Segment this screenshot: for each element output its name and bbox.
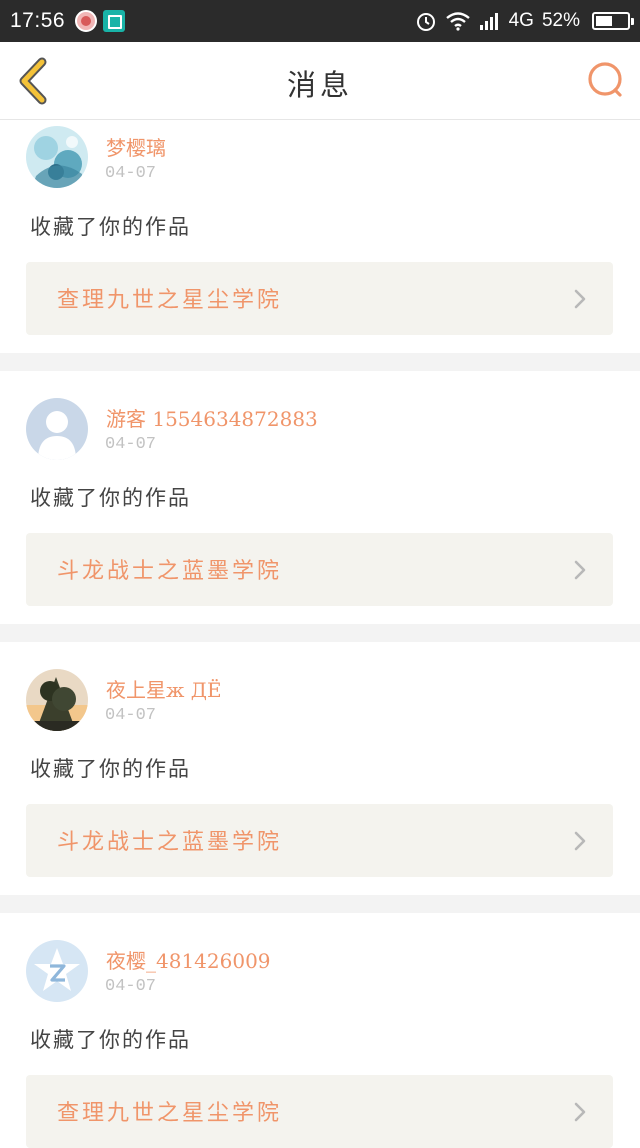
avatar[interactable] [26, 940, 88, 1002]
chevron-right-icon [574, 289, 586, 309]
message-date: 04-07 [105, 435, 157, 454]
flower-app-icon [75, 10, 98, 32]
username[interactable]: 游客 1554634872883 [106, 403, 318, 432]
message-card: 夜上星ж ДЁ 04-07 收藏了你的作品 斗龙战士之蓝墨学院 [0, 642, 640, 895]
username[interactable]: 梦樱璃 [106, 132, 166, 161]
signal-icon [479, 13, 498, 30]
message-date: 04-07 [105, 706, 157, 725]
username[interactable]: 夜樱_481426009 [106, 945, 271, 974]
status-bar: 17:56 4G 52% [0, 0, 640, 42]
battery-percent: 52% [541, 10, 580, 31]
app-header: 消息 [0, 42, 640, 120]
scan-app-icon [103, 10, 126, 32]
chevron-right-icon [574, 1102, 586, 1122]
message-date: 04-07 [105, 164, 157, 183]
status-time: 17:56 [10, 9, 66, 32]
network-type: 4G [508, 10, 534, 31]
username[interactable]: 夜上星ж ДЁ [106, 674, 222, 703]
wifi-icon [445, 12, 470, 31]
page-title: 消息 [286, 68, 353, 102]
message-action: 收藏了你的作品 [30, 757, 191, 781]
avatar[interactable] [26, 398, 88, 460]
message-card: 夜樱_481426009 04-07 收藏了你的作品 查理九世之星尘学院 [0, 913, 640, 1148]
alarm-icon [416, 13, 435, 31]
message-action: 收藏了你的作品 [30, 486, 191, 510]
work-title: 斗龙战士之蓝墨学院 [57, 559, 283, 584]
search-button[interactable] [586, 60, 626, 100]
work-title: 查理九世之星尘学院 [57, 1101, 283, 1126]
message-card: 梦樱璃 04-07 收藏了你的作品 查理九世之星尘学院 [0, 121, 640, 353]
chevron-right-icon [574, 831, 586, 851]
work-link[interactable]: 查理九世之星尘学院 [26, 262, 613, 335]
work-link[interactable]: 斗龙战士之蓝墨学院 [26, 804, 613, 877]
battery-icon [592, 12, 634, 30]
work-link[interactable]: 查理九世之星尘学院 [26, 1075, 613, 1148]
avatar[interactable] [26, 669, 88, 731]
card-separator [0, 624, 640, 642]
chevron-right-icon [574, 560, 586, 580]
work-title: 斗龙战士之蓝墨学院 [57, 830, 283, 855]
message-action: 收藏了你的作品 [30, 215, 191, 239]
card-separator [0, 353, 640, 371]
search-icon [588, 62, 622, 97]
work-link[interactable]: 斗龙战士之蓝墨学院 [26, 533, 613, 606]
message-action: 收藏了你的作品 [30, 1028, 191, 1052]
work-title: 查理九世之星尘学院 [57, 288, 283, 313]
card-separator [0, 895, 640, 913]
message-card: 游客 1554634872883 04-07 收藏了你的作品 斗龙战士之蓝墨学院 [0, 371, 640, 624]
status-right: 4G 52% [415, 10, 634, 32]
message-date: 04-07 [105, 977, 157, 996]
avatar[interactable] [26, 126, 88, 188]
